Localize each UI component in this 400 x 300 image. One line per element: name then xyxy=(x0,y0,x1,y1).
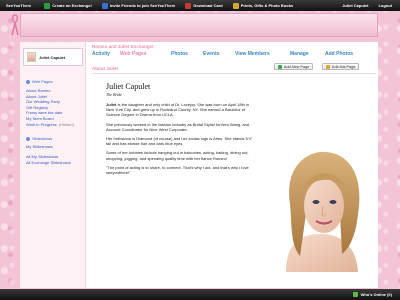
download-card-link[interactable]: Download Card xyxy=(180,2,227,9)
hidden-badge: (Hidden) xyxy=(58,121,74,127)
profile-card[interactable]: Juliet Capulet xyxy=(23,48,83,66)
site-logo[interactable]: SeeYouThere xyxy=(0,3,39,8)
globe-icon xyxy=(44,2,51,9)
logout-link[interactable]: Logout xyxy=(373,3,400,8)
event-title[interactable]: Romeo and Juliet Exchange! xyxy=(92,44,154,49)
main-content: Romeo and Juliet Exchange! Activity Web … xyxy=(90,42,378,288)
bride-photo xyxy=(266,144,374,272)
sidebar-item-my-slideshows[interactable]: My Slideshows xyxy=(26,144,53,150)
bio-paragraph-3: Her birthstone is Diamond (of course) an… xyxy=(106,136,253,147)
status-bar: Who's Online (0) xyxy=(0,289,400,300)
web-pages-list: About Romeo About Juliet Our Wedding Par… xyxy=(26,88,74,128)
content-panel: Juliet Capulet Web Pages About Romeo Abo… xyxy=(20,42,378,288)
online-icon xyxy=(352,292,358,297)
pencil-icon xyxy=(326,64,330,69)
profile-name: Juliet Capulet xyxy=(39,54,66,60)
pink-ribbon-icon xyxy=(11,14,19,36)
logout-label: Logout xyxy=(378,3,392,8)
bride-name: Juliet Capulet xyxy=(106,82,151,91)
all-slideshows-list: All My Slideshows All Exchange Slideshow… xyxy=(26,154,71,166)
bio-paragraph: Juliet is the daughter and only child of… xyxy=(106,102,256,118)
create-exchange-link[interactable]: Create an Exchange! xyxy=(39,2,97,9)
plus-icon xyxy=(278,64,282,69)
bio-text: Juliet is the daughter and only child of… xyxy=(106,102,256,179)
my-slideshows-list: My Slideshows xyxy=(26,144,53,150)
top-navigation-bar: SeeYouThere Create an Exchange! Invite F… xyxy=(0,0,400,11)
prints-gifts-label: Prints, Gifts & Photo Books xyxy=(240,3,294,8)
sidebar-item-about-romeo[interactable]: About Romeo xyxy=(26,88,74,94)
download-card-label: Download Card xyxy=(193,3,223,8)
header-banner xyxy=(20,13,378,37)
bio-paragraph-4: Some of her hobbies include hanging out … xyxy=(106,150,249,161)
current-user-name: Juliet Capulet xyxy=(342,3,369,8)
tab-activity[interactable]: Activity xyxy=(92,51,120,57)
bride-role: The Bride xyxy=(106,92,122,97)
gift-icon xyxy=(232,2,239,9)
tab-photos[interactable]: Photos xyxy=(171,51,203,57)
tab-add-photos[interactable]: Add Photos xyxy=(325,51,357,57)
bio-paragraph-5: "The point of acting is to share, to con… xyxy=(106,164,249,176)
tab-manage[interactable]: Manage xyxy=(290,51,325,57)
collapse-icon xyxy=(26,79,30,84)
tab-web-pages[interactable]: Web Pages xyxy=(120,51,171,57)
card-icon xyxy=(185,2,192,9)
exchange-tabs: Activity Web Pages Photos Events View Me… xyxy=(92,51,357,57)
sidebar-item-all-my-slideshows[interactable]: All My Slideshows xyxy=(26,154,71,160)
invite-friends-link[interactable]: Invite Friends to join SeeYouThere xyxy=(97,2,181,9)
page-title: About Juliet xyxy=(92,66,118,71)
sidebar-item-work-in-progress[interactable]: Work in Progress xyxy=(26,122,57,128)
invite-friends-label: Invite Friends to join SeeYouThere xyxy=(109,3,176,8)
people-icon xyxy=(101,2,108,9)
add-new-page-label: Add New Page xyxy=(284,64,310,69)
create-exchange-label: Create an Exchange! xyxy=(52,3,92,8)
tab-events[interactable]: Events xyxy=(203,51,235,57)
avatar xyxy=(27,52,36,62)
edit-page-button[interactable]: Edit this Page xyxy=(322,63,360,70)
divider xyxy=(92,73,376,74)
collapse-icon xyxy=(26,136,30,141)
slideshows-heading[interactable]: Slideshows xyxy=(26,136,52,141)
web-pages-heading[interactable]: Web Pages xyxy=(26,79,53,84)
sidebar-item-stem-board[interactable]: My Stem Board xyxy=(26,116,74,122)
bio-paragraph-1: is the daughter and only child of Dr. Lo… xyxy=(106,102,250,118)
prints-gifts-link[interactable]: Prints, Gifts & Photo Books xyxy=(228,2,298,9)
sidebar-item-all-exchange-slideshows[interactable]: All Exchange Slideshows xyxy=(26,160,71,166)
bio-paragraph-2: She previously worked in the fashion ind… xyxy=(106,121,250,132)
add-new-page-button[interactable]: Add New Page xyxy=(274,63,314,70)
whos-online-link[interactable]: Who's Online (0) xyxy=(361,292,392,297)
sidebar: Juliet Capulet Web Pages About Romeo Abo… xyxy=(20,42,86,288)
slideshows-heading-label: Slideshows xyxy=(32,136,53,141)
edit-page-label: Edit this Page xyxy=(332,64,356,69)
tab-view-members[interactable]: View Members xyxy=(235,51,290,57)
site-logo-label: SeeYouThere xyxy=(6,3,32,8)
current-user-link[interactable]: Juliet Capulet xyxy=(337,3,373,8)
web-pages-heading-label: Web Pages xyxy=(32,79,53,84)
